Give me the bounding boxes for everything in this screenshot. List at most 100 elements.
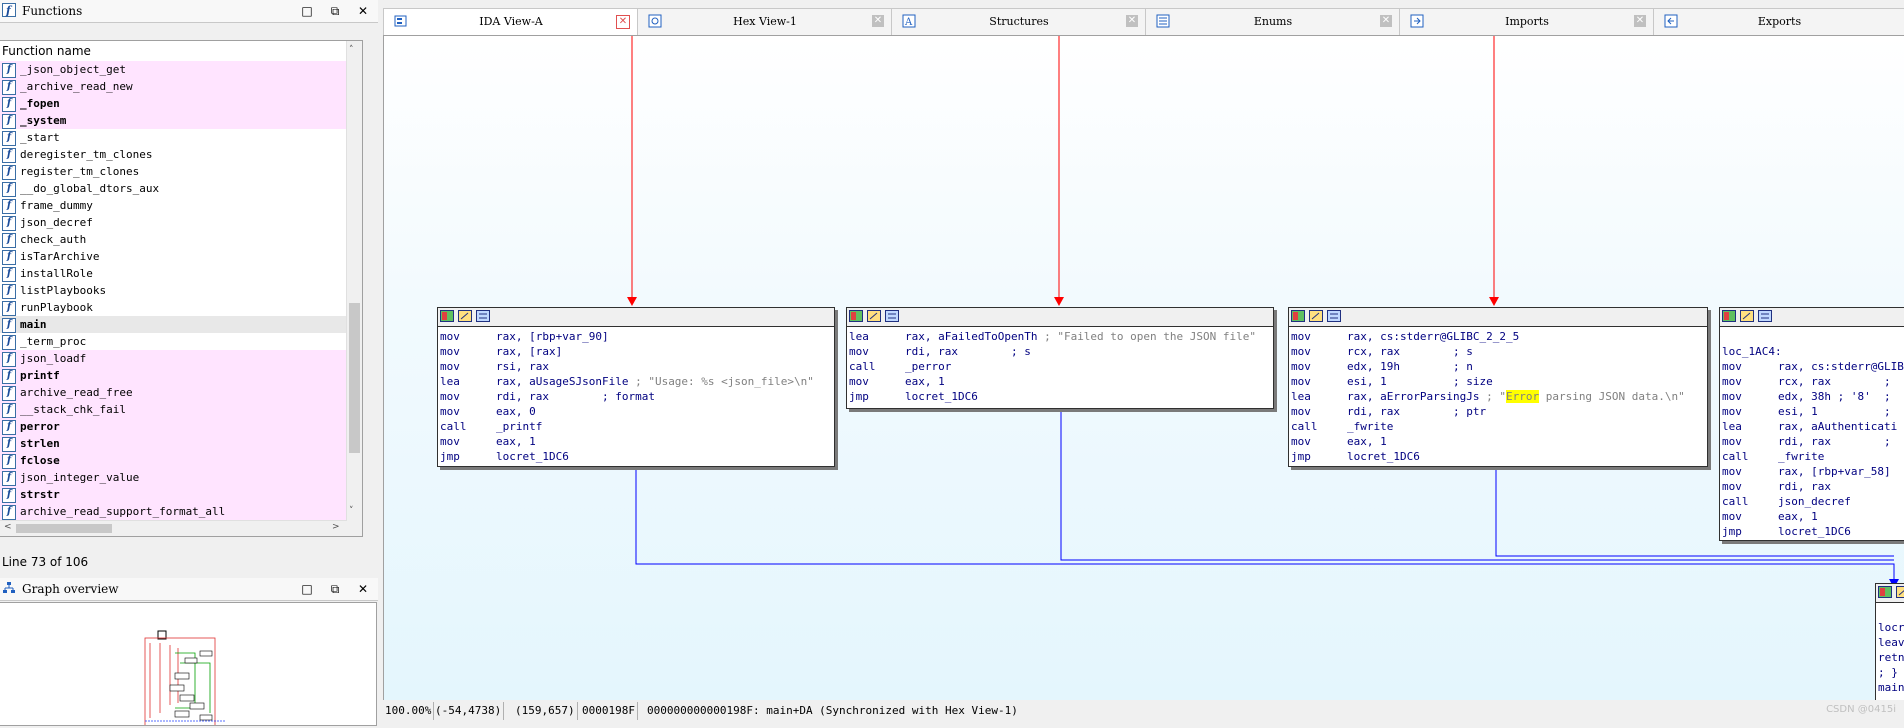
- vertical-scrollbar[interactable]: ˄ ˅: [346, 41, 362, 536]
- function-row[interactable]: fjson_integer_value: [0, 469, 362, 486]
- function-row[interactable]: fjson_decref: [0, 214, 362, 231]
- restore-icon[interactable]: ⧉: [326, 581, 344, 597]
- scrollbar-thumb[interactable]: [349, 303, 360, 453]
- ida-graph-view[interactable]: movrax, [rbp+var_90]movrax, [rax]movrsi,…: [383, 35, 1904, 701]
- function-row[interactable]: fframe_dummy: [0, 197, 362, 214]
- asm-line[interactable]: movrcx, rax ;: [1722, 374, 1904, 389]
- maximize-icon[interactable]: □: [298, 3, 316, 19]
- maximize-icon[interactable]: □: [298, 581, 316, 597]
- node-color-icon[interactable]: [1878, 586, 1892, 598]
- close-icon[interactable]: ✕: [616, 15, 630, 29]
- asm-line[interactable]: loc_1AC4:: [1722, 344, 1904, 359]
- asm-line[interactable]: movrdi, rax ; s: [849, 344, 1271, 359]
- node-code[interactable]: locrleavretn; }main: [1876, 603, 1904, 697]
- function-row[interactable]: fregister_tm_clones: [0, 163, 362, 180]
- asm-line[interactable]: [1722, 329, 1904, 344]
- graph-node-auth[interactable]: loc_1AC4:movrax, cs:stderr@GLIBCmovrcx, …: [1719, 307, 1904, 541]
- function-name-column-header[interactable]: Function name: [0, 41, 362, 61]
- asm-line[interactable]: moveax, 1: [1722, 509, 1904, 524]
- asm-line[interactable]: movesi, 1 ; size: [1291, 374, 1705, 389]
- node-rename-icon[interactable]: [1896, 586, 1904, 598]
- asm-line[interactable]: calljson_decref: [1722, 494, 1904, 509]
- function-row[interactable]: f__stack_chk_fail: [0, 401, 362, 418]
- asm-line[interactable]: movrax, [rbp+var_58]: [1722, 464, 1904, 479]
- close-icon[interactable]: ✕: [354, 581, 372, 597]
- asm-line[interactable]: jmplocret_1DC6: [849, 389, 1271, 404]
- asm-line[interactable]: movrax, cs:stderr@GLIBC_2_2_5: [1291, 329, 1705, 344]
- close-icon[interactable]: ✕: [1380, 15, 1392, 27]
- function-list[interactable]: Function name f_json_object_getf_archive…: [0, 40, 363, 537]
- asm-line[interactable]: locr: [1878, 620, 1904, 635]
- node-collapse-icon[interactable]: [1327, 310, 1341, 322]
- asm-line[interactable]: movrcx, rax ; s: [1291, 344, 1705, 359]
- asm-line[interactable]: learax, aErrorParsingJs ; "Error parsing…: [1291, 389, 1705, 404]
- function-row[interactable]: farchive_read_free: [0, 384, 362, 401]
- asm-line[interactable]: call_fwrite: [1722, 449, 1904, 464]
- asm-line[interactable]: jmplocret_1DC6: [1722, 524, 1904, 539]
- asm-line[interactable]: movrax, [rbp+var_90]: [440, 329, 832, 344]
- function-row[interactable]: f_json_object_get: [0, 61, 362, 78]
- graph-overview-minimap[interactable]: [0, 603, 376, 725]
- asm-line[interactable]: jmplocret_1DC6: [440, 449, 832, 464]
- scroll-left-icon[interactable]: <: [4, 522, 12, 532]
- asm-line[interactable]: movrax, [rax]: [440, 344, 832, 359]
- tab-imports[interactable]: Imports ✕: [1399, 8, 1655, 35]
- graph-node-failed-open[interactable]: learax, aFailedToOpenTh ; "Failed to ope…: [846, 307, 1274, 409]
- asm-line[interactable]: ; }: [1878, 665, 1904, 680]
- close-icon[interactable]: ✕: [354, 3, 372, 19]
- tab-structures[interactable]: A Structures ✕: [891, 8, 1147, 35]
- horizontal-scrollbar[interactable]: < >: [0, 520, 347, 536]
- node-code[interactable]: learax, aFailedToOpenTh ; "Failed to ope…: [847, 327, 1273, 406]
- function-row[interactable]: f_system: [0, 112, 362, 129]
- asm-line[interactable]: learax, aUsageSJsonFile ; "Usage: %s <js…: [440, 374, 832, 389]
- close-icon[interactable]: ✕: [1126, 15, 1138, 27]
- asm-line[interactable]: call_perror: [849, 359, 1271, 374]
- tab-hex-view-1[interactable]: Hex View-1 ✕: [637, 8, 893, 35]
- scroll-up-icon[interactable]: ˄: [349, 45, 354, 55]
- asm-line[interactable]: leav: [1878, 635, 1904, 650]
- graph-node-error-parsing[interactable]: movrax, cs:stderr@GLIBC_2_2_5movrcx, rax…: [1288, 307, 1708, 467]
- graph-overview-canvas[interactable]: [0, 602, 377, 726]
- node-rename-icon[interactable]: [458, 310, 472, 322]
- function-row[interactable]: flistPlaybooks: [0, 282, 362, 299]
- asm-line[interactable]: movrdi, rax ; ptr: [1291, 404, 1705, 419]
- function-row[interactable]: fcheck_auth: [0, 231, 362, 248]
- function-row[interactable]: finstallRole: [0, 265, 362, 282]
- close-icon[interactable]: ✕: [1634, 15, 1646, 27]
- scrollbar-thumb[interactable]: [16, 524, 112, 533]
- asm-line[interactable]: main: [1878, 680, 1904, 695]
- node-code[interactable]: movrax, cs:stderr@GLIBC_2_2_5movrcx, rax…: [1289, 327, 1707, 466]
- function-row[interactable]: frunPlaybook: [0, 299, 362, 316]
- function-row[interactable]: f_start: [0, 129, 362, 146]
- function-row[interactable]: fstrstr: [0, 486, 362, 503]
- asm-line[interactable]: call_printf: [440, 419, 832, 434]
- function-row[interactable]: fperror: [0, 418, 362, 435]
- asm-line[interactable]: movrdi, rax ; format: [440, 389, 832, 404]
- asm-line[interactable]: movrax, cs:stderr@GLIBC: [1722, 359, 1904, 374]
- node-collapse-icon[interactable]: [1758, 310, 1772, 322]
- asm-line[interactable]: jmplocret_1DC6: [1291, 449, 1705, 464]
- scroll-right-icon[interactable]: >: [332, 522, 340, 532]
- function-row[interactable]: fmain: [0, 316, 362, 333]
- node-code[interactable]: loc_1AC4:movrax, cs:stderr@GLIBCmovrcx, …: [1720, 327, 1904, 541]
- restore-icon[interactable]: ⧉: [326, 3, 344, 19]
- asm-line[interactable]: retn: [1878, 650, 1904, 665]
- asm-line[interactable]: movesi, 1 ;: [1722, 404, 1904, 419]
- node-color-icon[interactable]: [440, 310, 454, 322]
- asm-line[interactable]: movrdi, rax ;: [1722, 434, 1904, 449]
- asm-line[interactable]: moveax, 1: [1291, 434, 1705, 449]
- function-row[interactable]: fjson_loadf: [0, 350, 362, 367]
- function-row[interactable]: f_fopen: [0, 95, 362, 112]
- tab-exports[interactable]: Exports: [1653, 8, 1904, 35]
- node-collapse-icon[interactable]: [476, 310, 490, 322]
- asm-line[interactable]: movedx, 38h ; '8' ;: [1722, 389, 1904, 404]
- close-icon[interactable]: ✕: [872, 15, 884, 27]
- node-code[interactable]: movrax, [rbp+var_90]movrax, [rax]movrsi,…: [438, 327, 834, 466]
- asm-line[interactable]: movrdi, rax: [1722, 479, 1904, 494]
- function-row[interactable]: ffclose: [0, 452, 362, 469]
- node-color-icon[interactable]: [1291, 310, 1305, 322]
- function-row[interactable]: fstrlen: [0, 435, 362, 452]
- asm-line[interactable]: learax, aFailedToOpenTh ; "Failed to ope…: [849, 329, 1271, 344]
- function-row[interactable]: fprintf: [0, 367, 362, 384]
- function-row[interactable]: farchive_read_support_format_all: [0, 503, 362, 520]
